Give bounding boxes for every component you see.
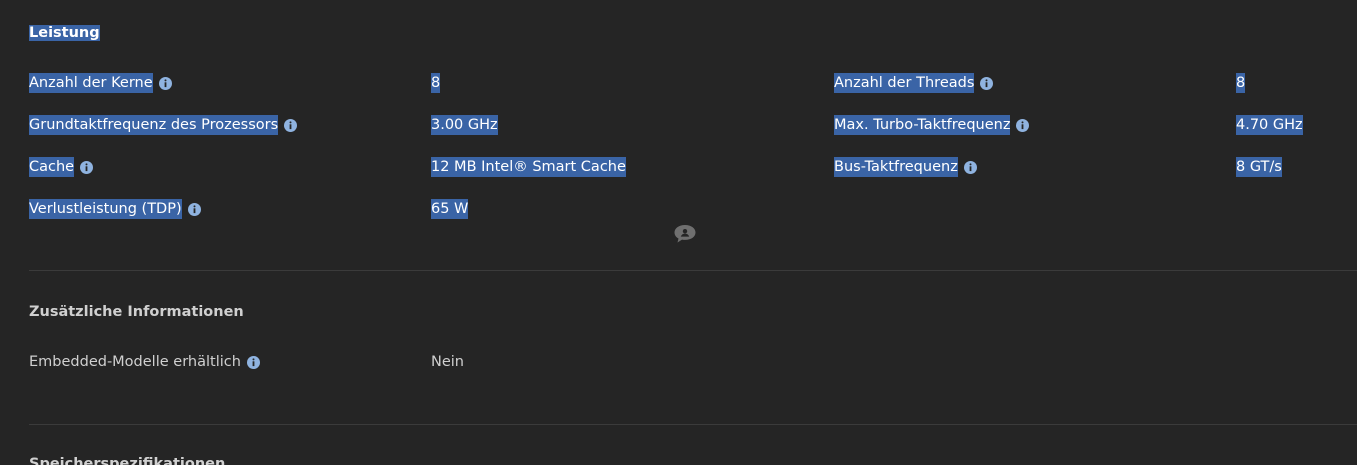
info-icon[interactable] — [158, 76, 172, 90]
info-icon[interactable] — [246, 355, 260, 369]
spec-label-bus-frequency: Bus-Taktfrequenz — [834, 157, 977, 177]
info-icon[interactable] — [80, 160, 94, 174]
info-icon[interactable] — [980, 76, 994, 90]
section-divider — [29, 424, 1357, 425]
info-icon[interactable] — [963, 160, 977, 174]
section-title-memory: Speicherspezifikationen — [29, 456, 226, 465]
info-icon[interactable] — [284, 118, 298, 132]
spec-label-cores: Anzahl der Kerne — [29, 73, 172, 93]
info-icon[interactable] — [187, 202, 201, 216]
spec-value-turbo-frequency: 4.70 GHz — [1236, 115, 1303, 135]
spec-value-tdp: 65 W — [431, 199, 469, 219]
spec-value-base-frequency: 3.00 GHz — [431, 115, 498, 135]
spec-page: Leistung Anzahl der Kerne 8 Anzahl der T… — [0, 0, 1357, 465]
spec-value-cache: 12 MB Intel® Smart Cache — [431, 157, 626, 177]
section-title-performance: Leistung — [29, 25, 100, 41]
spec-label-cache: Cache — [29, 157, 94, 177]
spec-value-threads: 8 — [1236, 73, 1246, 93]
spec-label-threads: Anzahl der Threads — [834, 73, 994, 93]
spec-label-turbo-frequency: Max. Turbo-Taktfrequenz — [834, 115, 1030, 135]
spec-value-bus-frequency: 8 GT/s — [1236, 157, 1282, 177]
section-title-additional: Zusätzliche Informationen — [29, 304, 244, 320]
spec-label-embedded: Embedded-Modelle erhältlich — [29, 352, 260, 372]
spec-label-tdp: Verlustleistung (TDP) — [29, 199, 201, 219]
chat-bubble-icon[interactable] — [673, 224, 697, 244]
spec-value-cores: 8 — [431, 73, 441, 93]
spec-label-base-frequency: Grundtaktfrequenz des Prozessors — [29, 115, 298, 135]
section-divider — [29, 270, 1357, 271]
info-icon[interactable] — [1016, 118, 1030, 132]
spec-value-embedded: Nein — [431, 354, 464, 370]
